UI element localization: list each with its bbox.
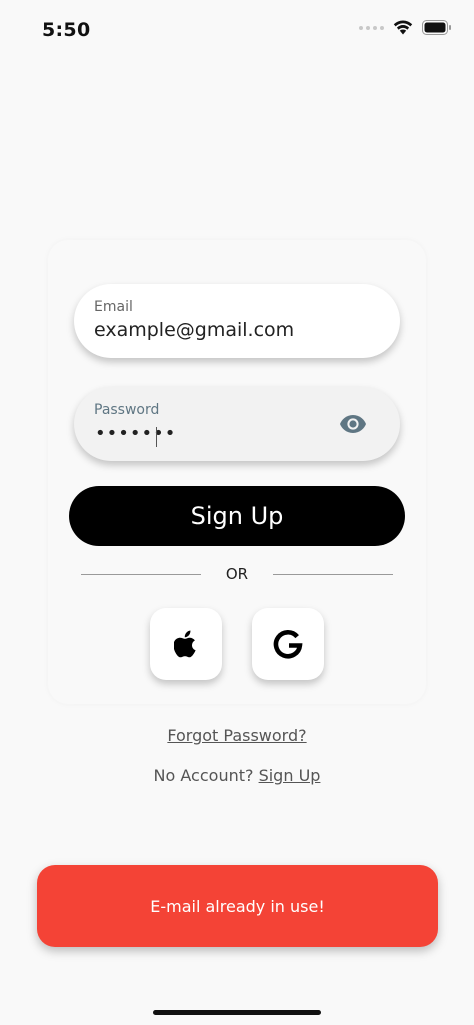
forgot-password-link[interactable]: Forgot Password? [0,726,474,745]
eye-icon [340,415,366,433]
signal-dots-icon [359,25,384,30]
email-field[interactable]: Email example@gmail.com [74,284,400,358]
snackbar-message: E-mail already in use! [150,896,325,916]
toggle-password-visibility-button[interactable] [339,412,367,436]
error-snackbar: E-mail already in use! [37,865,438,947]
no-account-text: No Account? [153,766,254,785]
sign-up-button[interactable]: Sign Up [69,486,405,546]
apple-icon [174,630,196,658]
no-account-row: No Account? Sign Up [0,766,474,785]
google-sign-in-button[interactable] [252,608,324,680]
wifi-icon [393,20,413,35]
password-input[interactable]: ••••••• [95,423,176,444]
apple-sign-in-button[interactable] [150,608,222,680]
home-indicator[interactable] [153,1010,321,1015]
password-label: Password [94,402,160,418]
or-divider-label: OR [225,565,249,583]
status-time: 5:50 [42,19,91,41]
divider-right [273,574,393,575]
google-icon [273,629,303,659]
email-input[interactable]: example@gmail.com [94,319,294,341]
battery-icon [422,20,451,35]
status-bar: 5:50 [0,0,474,60]
forgot-password-label[interactable]: Forgot Password? [167,726,306,745]
status-icons [359,20,452,35]
password-field[interactable]: Password ••••••• [74,387,400,461]
sign-up-link[interactable]: Sign Up [259,766,321,785]
divider-left [81,574,201,575]
email-label: Email [94,299,133,315]
text-cursor [156,427,157,447]
